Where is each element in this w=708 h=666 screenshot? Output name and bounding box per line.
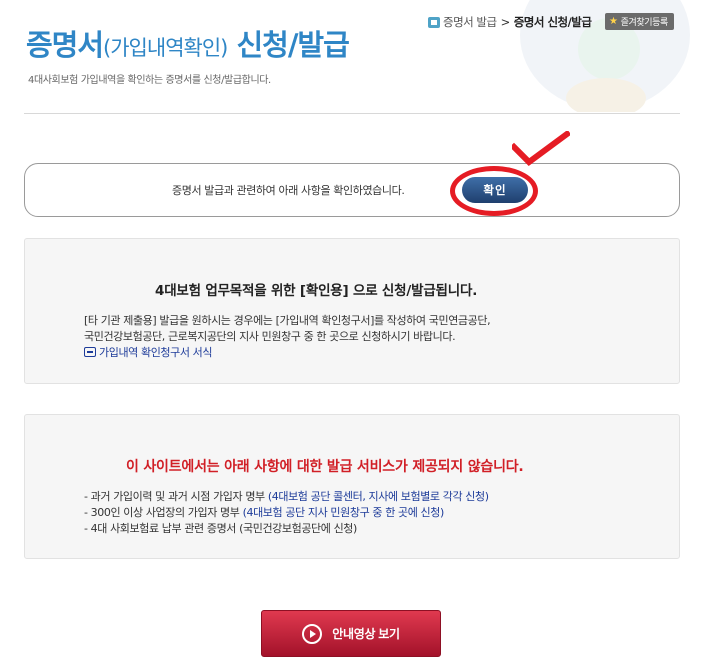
breadcrumb-separator: > xyxy=(500,15,511,29)
star-icon: ★ xyxy=(609,16,618,27)
page-title: 증명서(가입내역확인) 신청/발급 xyxy=(26,22,350,64)
add-favorite-label: 즐겨찾기등록 xyxy=(620,18,669,28)
checkmark-icon xyxy=(512,131,570,166)
breadcrumb-parent[interactable]: 증명서 발급 xyxy=(443,14,497,30)
list-item-text: - 4대 사회보험료 납부 관련 증명서 xyxy=(84,522,240,535)
list-item: - 300인 이상 사업장의 가입자 명부 (4대보험 공단 지사 민원창구 중… xyxy=(84,504,444,520)
list-item-text: - 과거 가입이력 및 과거 시점 가입자 명부 xyxy=(84,490,268,503)
purpose-notice-line: [타 기관 제출용] 발급을 원하시는 경우에는 [가입내역 확인청구서]를 작… xyxy=(84,314,491,327)
unavailable-notice-panel xyxy=(24,414,680,559)
breadcrumb: 증명서 발급 > 증명서 신청/발급 xyxy=(428,14,592,30)
confirm-text: 증명서 발급과 관련하여 아래 사항을 확인하였습니다. xyxy=(172,184,405,197)
guide-video-button[interactable]: 안내영상 보기 xyxy=(261,610,441,657)
request-form-link[interactable]: 가입내역 확인청구서 서식 xyxy=(84,344,213,360)
list-item: - 4대 사회보험료 납부 관련 증명서 (국민건강보험공단에 신청) xyxy=(84,520,357,536)
list-item-note: (국민건강보험공단에 신청) xyxy=(239,522,357,535)
page-title-tail: 신청/발급 xyxy=(227,28,349,62)
list-item: - 과거 가입이력 및 과거 시점 가입자 명부 (4대보험 공단 콜센터, 지… xyxy=(84,488,489,504)
add-favorite-button[interactable]: ★ 즐겨찾기등록 xyxy=(605,13,674,30)
pointing-hand-icon xyxy=(84,347,96,357)
guide-video-label: 안내영상 보기 xyxy=(332,627,400,641)
unavailable-notice-heading: 이 사이트에서는 아래 사항에 대한 발급 서비스가 제공되지 않습니다. xyxy=(126,459,524,475)
purpose-notice-line: 국민건강보험공단, 근로복지공단의 지사 민원창구 중 한 곳으로 신청하시기 … xyxy=(84,330,456,343)
play-icon xyxy=(302,623,323,644)
list-item-text: - 300인 이상 사업장의 가입자 명부 xyxy=(84,506,243,519)
page-title-paren: (가입내역확인) xyxy=(103,36,228,60)
page-subtitle: 4대사회보험 가입내역을 확인하는 증명서를 신청/발급합니다. xyxy=(28,75,271,86)
request-form-link-label[interactable]: 가입내역 확인청구서 서식 xyxy=(99,344,213,360)
list-item-note: (4대보험 공단 콜센터, 지사에 보험별로 각각 신청) xyxy=(267,490,489,503)
purpose-notice-heading: 4대보험 업무목적을 위한 [확인용] 으로 신청/발급됩니다. xyxy=(155,283,478,299)
breadcrumb-current: 증명서 신청/발급 xyxy=(513,15,592,29)
home-icon[interactable] xyxy=(428,16,440,28)
header-divider xyxy=(24,113,680,114)
list-item-note: (4대보험 공단 지사 민원창구 중 한 곳에 신청) xyxy=(242,506,445,519)
confirm-button[interactable]: 확인 xyxy=(462,177,528,203)
page-title-main: 증명서 xyxy=(26,28,104,62)
purpose-notice-panel xyxy=(24,238,680,384)
